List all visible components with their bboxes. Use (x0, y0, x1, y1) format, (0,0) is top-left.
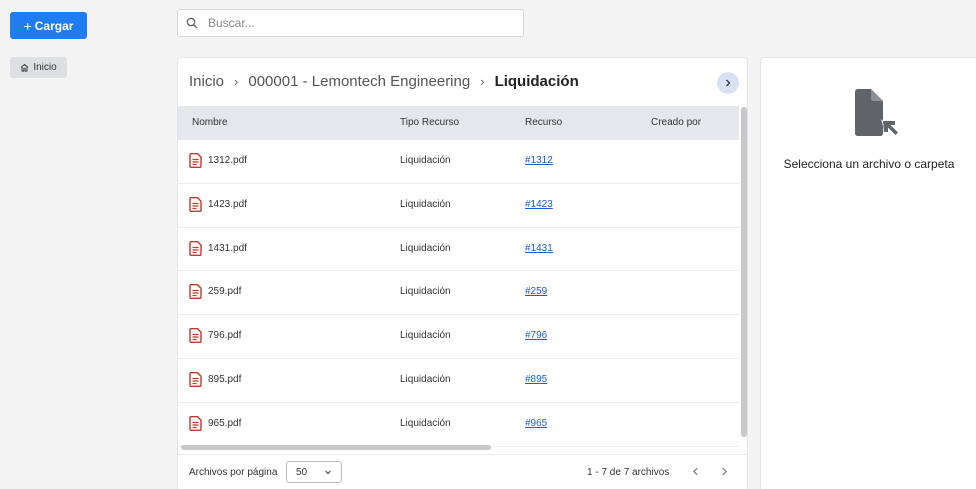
pagination-bar: Archivos por página 50 1 - 7 de 7 archiv… (178, 454, 747, 489)
table-row[interactable]: 259.pdf Liquidación #259 (178, 271, 739, 316)
per-page-label: Archivos por página (189, 467, 278, 478)
file-name: 1312.pdf (208, 155, 247, 166)
chevron-left-icon (692, 467, 698, 476)
vertical-scrollbar[interactable] (741, 107, 747, 437)
resource-link[interactable]: #965 (525, 418, 547, 429)
upload-button[interactable]: + Cargar (10, 12, 87, 39)
breadcrumb-item-client[interactable]: 000001 - Lemontech Engineering (248, 73, 470, 90)
file-pdf-icon (189, 153, 202, 168)
file-pdf-icon (189, 240, 202, 256)
file-pdf-icon (189, 284, 202, 300)
table-header: Nombre Tipo Recurso Recurso Creado por (178, 106, 739, 140)
home-icon (20, 63, 29, 72)
breadcrumb: Inicio › 000001 - Lemontech Engineering … (189, 73, 579, 90)
pagination-range: 1 - 7 de 7 archivos (587, 467, 670, 478)
resource-link[interactable]: #895 (525, 374, 547, 385)
file-pdf-icon (189, 415, 202, 431)
table-row[interactable]: 1431.pdf Liquidación #1431 (178, 228, 739, 272)
empty-selection-message: Selecciona un archivo o carpeta (783, 157, 955, 171)
plus-icon: + (23, 17, 32, 34)
chevron-down-icon (325, 470, 331, 475)
file-name: 1423.pdf (208, 198, 247, 210)
table-row[interactable]: 796.pdf Liquidación #796 (178, 315, 739, 359)
search-icon (186, 17, 198, 29)
resource-link[interactable]: #1312 (525, 155, 553, 166)
table-row[interactable]: 895.pdf Liquidación #895 (178, 359, 739, 403)
upload-button-label: Cargar (34, 18, 74, 33)
file-name: 895.pdf (208, 373, 242, 385)
table-row[interactable]: 965.pdf Liquidación #965 (178, 403, 739, 447)
details-panel: Selecciona un archivo o carpeta (760, 57, 976, 489)
file-name: 259.pdf (208, 286, 242, 298)
file-pdf-icon (189, 328, 202, 344)
search-input[interactable] (208, 16, 498, 30)
prev-page-button[interactable] (691, 463, 700, 479)
sidebar-item-home[interactable]: Inicio (10, 57, 67, 78)
column-header-name[interactable]: Nombre (192, 117, 228, 128)
search-box (177, 9, 524, 37)
per-page-select[interactable]: 50 (286, 461, 342, 483)
resource-type: Liquidación (400, 373, 451, 385)
file-name: 1431.pdf (208, 242, 247, 254)
file-pdf-icon (189, 371, 202, 387)
chevron-right-icon (726, 79, 731, 87)
resource-link[interactable]: #1431 (525, 243, 553, 254)
breadcrumb-item-current: Liquidación (494, 73, 579, 90)
chevron-right-icon (722, 467, 728, 476)
resource-type: Liquidación (400, 198, 451, 210)
resource-type: Liquidación (400, 155, 451, 166)
file-name: 796.pdf (208, 330, 242, 342)
resource-type: Liquidación (400, 286, 451, 298)
resource-type: Liquidación (400, 242, 451, 254)
file-list: 1312.pdf Liquidación #1312 1423.pdf Liquidac… (178, 140, 739, 447)
column-header-resource-type[interactable]: Tipo Recurso (400, 117, 459, 128)
sidebar-item-home-label: Inicio (33, 62, 57, 73)
next-page-button[interactable] (720, 463, 729, 479)
table-row[interactable]: 1423.pdf Liquidación #1423 (178, 184, 739, 228)
resource-link[interactable]: #259 (525, 286, 547, 297)
file-browser-panel: Inicio › 000001 - Lemontech Engineering … (177, 57, 748, 489)
resource-type: Liquidación (400, 417, 451, 429)
resource-link[interactable]: #1423 (525, 199, 553, 210)
table-row[interactable]: 1312.pdf Liquidación #1312 (178, 140, 739, 184)
file-name: 965.pdf (208, 417, 242, 429)
expand-details-button[interactable] (717, 72, 739, 94)
column-header-created-by[interactable]: Creado por (651, 117, 701, 128)
breadcrumb-separator: › (480, 74, 485, 89)
resource-type: Liquidación (400, 330, 451, 342)
resource-link[interactable]: #796 (525, 330, 547, 341)
file-pointer-icon (855, 89, 898, 136)
per-page-value: 50 (296, 466, 308, 478)
breadcrumb-separator: › (234, 74, 239, 89)
horizontal-scrollbar[interactable] (181, 445, 491, 450)
breadcrumb-item-home[interactable]: Inicio (189, 73, 224, 90)
column-header-resource[interactable]: Recurso (525, 117, 562, 128)
file-pdf-icon (189, 196, 202, 212)
